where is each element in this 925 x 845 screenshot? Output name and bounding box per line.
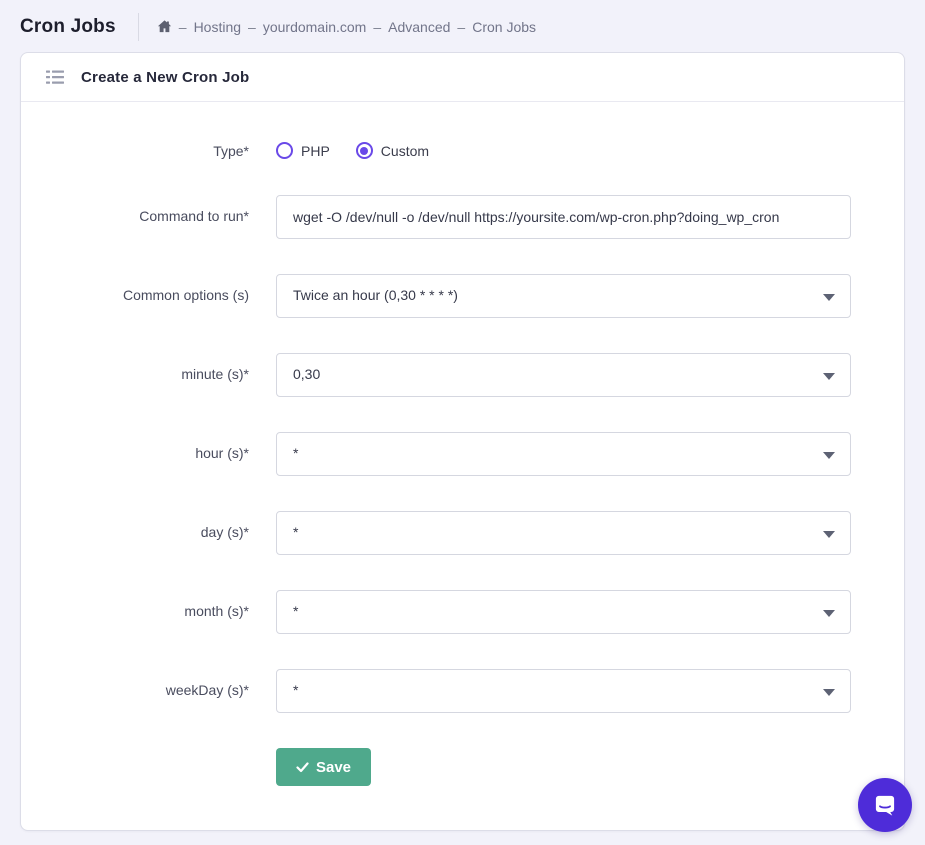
chevron-down-icon (823, 531, 835, 538)
weekday-select[interactable]: * (276, 669, 851, 713)
page-header: Cron Jobs – Hosting – yourdomain.com – A… (0, 0, 925, 44)
minute-label: minute (s)* (181, 366, 249, 382)
radio-custom-label: Custom (380, 142, 430, 159)
breadcrumb: – Hosting – yourdomain.com – Advanced – … (157, 19, 536, 35)
common-options-row: Common options (s) Twice an hour (0,30 *… (21, 274, 904, 318)
header-divider (137, 12, 139, 41)
save-button-label: Save (315, 758, 352, 776)
chevron-down-icon (823, 452, 835, 459)
card-title: Create a New Cron Job (81, 68, 250, 86)
breadcrumb-item-cron-jobs: Cron Jobs (472, 18, 537, 35)
day-select[interactable]: * (276, 511, 851, 555)
month-select[interactable]: * (276, 590, 851, 634)
check-icon (296, 761, 309, 772)
minute-row: minute (s)* 0,30 (21, 353, 904, 397)
common-options-label: Common options (s) (122, 287, 249, 303)
hour-label: hour (s)* (195, 445, 249, 461)
hour-value: * (293, 445, 299, 461)
breadcrumb-separator: – (373, 18, 382, 35)
chat-bubble-icon (875, 795, 895, 816)
breadcrumb-separator: – (457, 18, 466, 35)
type-radio-group: PHP Custom (276, 142, 455, 159)
day-value: * (293, 524, 299, 540)
day-label: day (s)* (200, 524, 249, 540)
command-row: Command to run* (21, 195, 904, 239)
radio-option-php[interactable]: PHP (276, 142, 330, 159)
breadcrumb-item-hosting[interactable]: Hosting (194, 19, 241, 35)
weekday-value: * (293, 682, 299, 698)
common-options-value: Twice an hour (0,30 * * * *) (293, 287, 458, 303)
breadcrumb-item-domain[interactable]: yourdomain.com (263, 19, 367, 35)
save-button[interactable]: Save (276, 748, 371, 786)
common-options-select[interactable]: Twice an hour (0,30 * * * *) (276, 274, 851, 318)
chevron-down-icon (823, 610, 835, 617)
cron-job-form: Type* PHP Custom Command to run* Common … (21, 102, 904, 830)
minute-value: 0,30 (293, 366, 321, 382)
month-value: * (293, 603, 299, 619)
create-cron-job-card: Create a New Cron Job Type* PHP Custom C… (20, 52, 905, 831)
minute-select[interactable]: 0,30 (276, 353, 851, 397)
breadcrumb-separator: – (178, 18, 187, 35)
save-row: Save (21, 748, 904, 786)
day-row: day (s)* * (21, 511, 904, 555)
month-label: month (s)* (184, 603, 249, 619)
breadcrumb-item-advanced[interactable]: Advanced (388, 19, 450, 35)
type-label: Type* (213, 142, 249, 159)
weekday-label: weekDay (s)* (165, 682, 249, 698)
hour-select[interactable]: * (276, 432, 851, 476)
page-title: Cron Jobs (20, 15, 116, 37)
weekday-row: weekDay (s)* * (21, 669, 904, 713)
radio-php-label: PHP (301, 142, 330, 159)
command-input[interactable] (276, 195, 851, 239)
radio-custom-icon[interactable] (355, 142, 373, 159)
type-row: Type* PHP Custom (21, 142, 904, 159)
hour-row: hour (s)* * (21, 432, 904, 476)
chevron-down-icon (823, 294, 835, 301)
home-icon[interactable] (157, 19, 172, 34)
radio-option-custom[interactable]: Custom (355, 142, 430, 159)
month-row: month (s)* * (21, 590, 904, 634)
card-header: Create a New Cron Job (21, 53, 904, 102)
breadcrumb-separator: – (248, 18, 256, 35)
chevron-down-icon (823, 689, 835, 696)
list-icon (45, 67, 65, 87)
radio-php-icon[interactable] (276, 142, 293, 159)
chat-launcher-button[interactable] (858, 778, 912, 832)
command-label: Command to run* (139, 208, 249, 224)
chevron-down-icon (823, 373, 835, 380)
